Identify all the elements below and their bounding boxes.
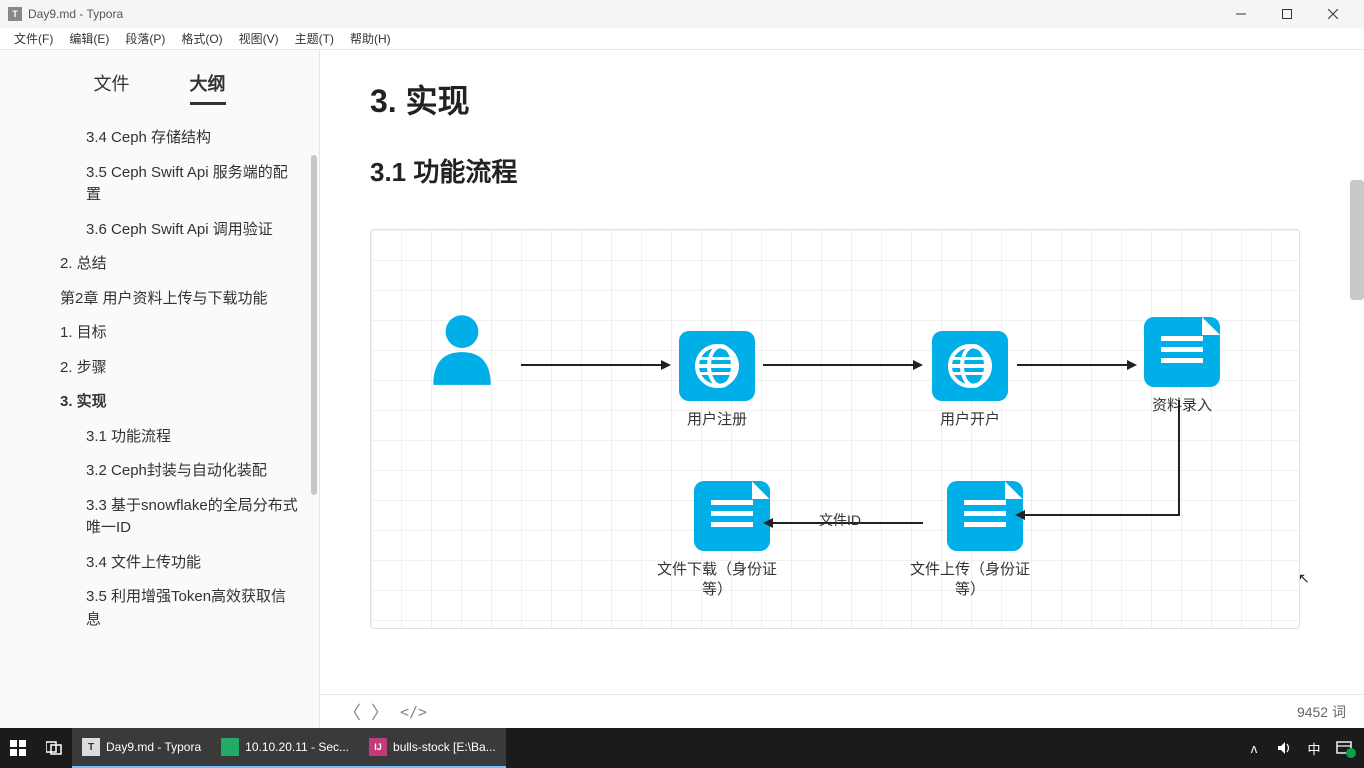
taskbar-item-securecrt[interactable]: 10.10.20.11 - Sec... (211, 728, 359, 768)
system-tray: ʌ 中 (1246, 740, 1364, 756)
outline-item[interactable]: 3.3 基于snowflake的全局分布式唯一ID (0, 489, 319, 546)
heading-2: 3.1 功能流程 (370, 152, 1304, 189)
globe-icon (929, 328, 1011, 404)
arrow-icon (1011, 400, 1191, 530)
close-button[interactable] (1310, 0, 1356, 28)
typora-icon: T (82, 738, 100, 756)
ime-indicator[interactable]: 中 (1306, 740, 1322, 756)
task-view-icon (46, 740, 62, 756)
flow-diagram: 用户注册 用户开户 资料录入 文件上传（身份证等） (370, 229, 1300, 629)
volume-icon[interactable] (1276, 740, 1292, 756)
intellij-icon: IJ (369, 738, 387, 756)
node-label: 用户开户 (929, 410, 1011, 430)
editor-scrollbar-thumb[interactable] (1350, 180, 1364, 300)
heading-1: 3. 实现 (370, 76, 1304, 122)
taskbar: T Day9.md - Typora 10.10.20.11 - Sec... … (0, 728, 1364, 768)
arrow-icon (763, 360, 923, 370)
outline-item[interactable]: 2. 步骤 (0, 351, 319, 386)
outline-item[interactable]: 3.6 Ceph Swift Api 调用验证 (0, 213, 319, 248)
outline-item[interactable]: 3.4 文件上传功能 (0, 546, 319, 581)
tab-file[interactable]: 文件 (94, 70, 130, 105)
tray-chevron-icon[interactable]: ʌ (1246, 740, 1262, 756)
menu-format[interactable]: 格式(O) (173, 28, 230, 49)
user-icon (421, 310, 503, 386)
menu-paragraph[interactable]: 段落(P) (117, 28, 173, 49)
tab-outline[interactable]: 大纲 (190, 70, 226, 105)
app-icon: T (8, 7, 22, 21)
outline-list[interactable]: 3.4 Ceph 存储结构 3.5 Ceph Swift Api 服务端的配置 … (0, 115, 319, 728)
menu-help[interactable]: 帮助(H) (342, 28, 399, 49)
document-icon (691, 478, 773, 554)
outline-item[interactable]: 3.5 利用增强Token高效获取信息 (0, 580, 319, 637)
arrow-icon (1017, 360, 1137, 370)
node-download: 文件下载（身份证等） (676, 478, 787, 599)
taskbar-item-intellij[interactable]: IJ bulls-stock [E:\Ba... (359, 728, 506, 768)
editor-content[interactable]: 3. 实现 3.1 功能流程 用户注册 用户开户 (320, 50, 1364, 694)
status-bar: 〈 〉 </> 9452 词 (320, 694, 1364, 728)
node-label: 文件上传（身份证等） (900, 560, 1040, 599)
outline-item[interactable]: 3.1 功能流程 (0, 420, 319, 455)
terminal-icon (221, 738, 239, 756)
taskbar-item-label: 10.10.20.11 - Sec... (245, 740, 349, 754)
document-icon (1141, 314, 1223, 390)
outline-item[interactable]: 2. 总结 (0, 247, 319, 282)
menu-bar: 文件(F) 编辑(E) 段落(P) 格式(O) 视图(V) 主题(T) 帮助(H… (0, 28, 1364, 50)
taskbar-item-typora[interactable]: T Day9.md - Typora (72, 728, 211, 768)
outline-item[interactable]: 3.5 Ceph Swift Api 服务端的配置 (0, 156, 319, 213)
taskbar-item-label: bulls-stock [E:\Ba... (393, 740, 496, 754)
word-count[interactable]: 9452 词 (1297, 702, 1346, 722)
arrow-label: 文件ID (819, 510, 861, 530)
outline-item[interactable]: 3.4 Ceph 存储结构 (0, 121, 319, 156)
maximize-button[interactable] (1264, 0, 1310, 28)
forward-button[interactable]: 〉 (366, 699, 394, 725)
code-toggle-button[interactable]: </> (400, 703, 427, 721)
window-titlebar: T Day9.md - Typora (0, 0, 1364, 28)
sidebar-scrollbar-thumb[interactable] (311, 155, 317, 495)
sidebar: 文件 大纲 3.4 Ceph 存储结构 3.5 Ceph Swift Api 服… (0, 50, 320, 728)
start-button[interactable] (0, 728, 36, 768)
node-label: 文件下载（身份证等） (647, 560, 787, 599)
menu-file[interactable]: 文件(F) (6, 28, 61, 49)
window-title: Day9.md - Typora (28, 7, 1218, 21)
arrow-icon (521, 360, 671, 370)
outline-item[interactable]: 3.2 Ceph封装与自动化装配 (0, 454, 319, 489)
node-user (421, 310, 503, 392)
globe-icon (676, 328, 758, 404)
sidebar-tabs: 文件 大纲 (0, 50, 319, 115)
menu-edit[interactable]: 编辑(E) (61, 28, 117, 49)
node-register: 用户注册 (676, 328, 758, 430)
notifications-icon[interactable] (1336, 740, 1352, 756)
outline-item[interactable]: 1. 目标 (0, 316, 319, 351)
menu-view[interactable]: 视图(V) (231, 28, 287, 49)
back-button[interactable]: 〈 (338, 699, 366, 725)
outline-item[interactable]: 第2章 用户资料上传与下载功能 (0, 282, 319, 317)
menu-theme[interactable]: 主题(T) (287, 28, 342, 49)
taskbar-item-label: Day9.md - Typora (106, 740, 201, 754)
task-view-button[interactable] (36, 728, 72, 768)
node-open-account: 用户开户 (929, 328, 1011, 430)
outline-item-active[interactable]: 3. 实现 (0, 385, 319, 420)
minimize-button[interactable] (1218, 0, 1264, 28)
node-label: 用户注册 (676, 410, 758, 430)
windows-icon (10, 740, 26, 756)
